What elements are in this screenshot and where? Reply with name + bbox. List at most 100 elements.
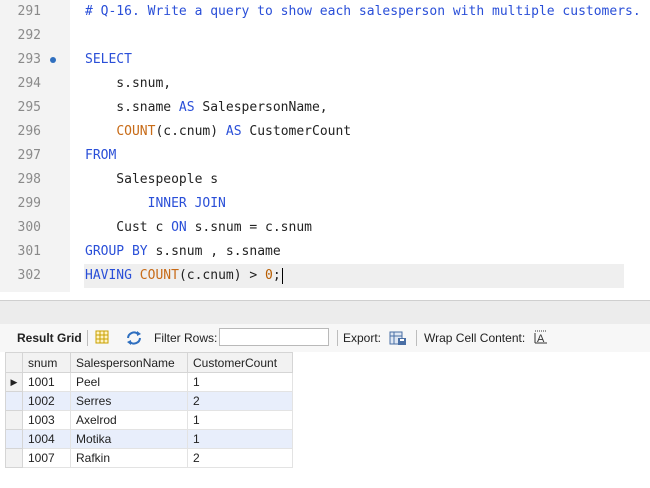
code-token: (c.cnum) <box>155 124 226 139</box>
filter-rows-input[interactable] <box>219 328 329 346</box>
row-indicator[interactable] <box>5 391 23 411</box>
column-header-salespersonname[interactable]: SalespersonName <box>70 352 188 373</box>
code-token: s.snum = c.snum <box>186 220 312 235</box>
result-grid[interactable]: snum SalespersonName CustomerCount ▶ 1001… <box>0 352 650 488</box>
code-token: ON <box>171 220 187 235</box>
code-line[interactable]: 293 SELECT <box>0 48 650 72</box>
code-line[interactable]: 291 # Q-16. Write a query to show each sa… <box>0 0 650 24</box>
toolbar-separator <box>416 330 417 346</box>
table-row[interactable]: 1007 Rafkin 2 <box>5 448 293 468</box>
code-token: COUNT <box>116 124 156 139</box>
line-number: 295 <box>17 100 41 115</box>
result-table: snum SalespersonName CustomerCount ▶ 1001… <box>5 352 293 468</box>
table-cell[interactable]: 1003 <box>22 410 71 430</box>
code-token: Cust c <box>85 220 172 235</box>
code-text: FROM <box>85 144 116 168</box>
code-text: SELECT <box>85 48 132 72</box>
editor-results-splitter[interactable] <box>0 300 650 325</box>
line-number: 291 <box>17 4 41 19</box>
code-line[interactable]: 295 s.sname AS SalespersonName, <box>0 96 650 120</box>
code-token: 0 <box>265 268 273 283</box>
refresh-icon[interactable] <box>125 330 143 346</box>
toolbar-separator <box>87 330 88 346</box>
line-number: 293 <box>17 52 41 67</box>
line-number: 294 <box>17 76 41 91</box>
toolbar-separator <box>337 330 338 346</box>
code-token: HAVING <box>85 268 132 283</box>
table-cell[interactable]: 1007 <box>22 448 71 468</box>
table-cell[interactable]: 1002 <box>22 391 71 411</box>
code-line[interactable]: 292 <box>0 24 650 48</box>
table-row[interactable]: 1003 Axelrod 1 <box>5 410 293 430</box>
table-cell[interactable]: Rafkin <box>70 448 188 468</box>
table-cell[interactable]: 1 <box>187 429 293 449</box>
code-token: GROUP BY <box>85 244 148 259</box>
code-line[interactable]: 300 Cust c ON s.snum = c.snum <box>0 216 650 240</box>
table-cell[interactable]: 1001 <box>22 372 71 392</box>
table-cell[interactable]: 2 <box>187 448 293 468</box>
row-indicator[interactable] <box>5 429 23 449</box>
column-header-customercount[interactable]: CustomerCount <box>187 352 293 373</box>
wrap-cell-toggle-icon[interactable]: A <box>534 330 548 346</box>
code-token: INNER JOIN <box>85 196 226 211</box>
table-cell[interactable]: Serres <box>70 391 188 411</box>
code-token: AS <box>178 100 195 115</box>
code-line[interactable]: 301 GROUP BY s.snum , s.sname <box>0 240 650 264</box>
code-token: SalespersonName, <box>194 100 328 115</box>
table-cell[interactable]: 1 <box>187 410 293 430</box>
statement-marker-icon[interactable] <box>50 57 56 63</box>
code-line[interactable]: 302 HAVING COUNT(c.cnum) > 0; <box>0 264 650 288</box>
table-cell[interactable]: Peel <box>70 372 188 392</box>
table-cell[interactable]: Motika <box>70 429 188 449</box>
code-line[interactable]: 298 Salespeople s <box>0 168 650 192</box>
export-icon[interactable] <box>389 330 407 346</box>
code-line[interactable]: 294 s.snum, <box>0 72 650 96</box>
code-token: # Q-16. Write a query to show each sales… <box>85 4 641 19</box>
code-token: s.sname <box>85 100 179 115</box>
row-indicator[interactable] <box>5 448 23 468</box>
table-cell[interactable]: Axelrod <box>70 410 188 430</box>
table-row[interactable]: ▶ 1001 Peel 1 <box>5 372 293 392</box>
column-header-snum[interactable]: snum <box>22 352 71 373</box>
result-grid-tab[interactable]: Result Grid <box>17 330 82 346</box>
svg-text:A: A <box>537 333 545 344</box>
code-token: s.snum , s.sname <box>147 244 281 259</box>
code-token: s.snum, <box>85 76 172 91</box>
code-text: Cust c ON s.snum = c.snum <box>85 216 312 240</box>
line-number: 298 <box>17 172 41 187</box>
table-cell[interactable]: 2 <box>187 391 293 411</box>
code-text: # Q-16. Write a query to show each sales… <box>85 0 641 24</box>
table-cell[interactable]: 1004 <box>22 429 71 449</box>
line-number: 297 <box>17 148 41 163</box>
code-text: GROUP BY s.snum , s.sname <box>85 240 281 264</box>
filter-rows-label: Filter Rows: <box>154 331 218 345</box>
line-number: 300 <box>17 220 41 235</box>
row-indicator-header <box>5 352 23 373</box>
code-token: COUNT <box>139 268 179 283</box>
code-text: s.snum, <box>85 72 171 96</box>
line-number: 301 <box>17 244 41 259</box>
code-line[interactable]: 299 INNER JOIN <box>0 192 650 216</box>
code-text: Salespeople s <box>85 168 218 192</box>
table-row[interactable]: 1002 Serres 2 <box>5 391 293 411</box>
sql-editor[interactable]: 291 # Q-16. Write a query to show each sa… <box>0 0 650 300</box>
wrap-cell-content-label: Wrap Cell Content: <box>424 331 526 345</box>
code-line[interactable]: 296 COUNT(c.cnum) AS CustomerCount <box>0 120 650 144</box>
code-text: HAVING COUNT(c.cnum) > 0; <box>85 264 283 288</box>
table-header-row: snum SalespersonName CustomerCount <box>5 352 293 373</box>
grid-view-icon[interactable] <box>95 330 109 346</box>
result-toolbar: Result Grid Filter Rows: Export: Wrap Ce… <box>0 324 650 353</box>
code-text: s.sname AS SalespersonName, <box>85 96 328 120</box>
line-number: 299 <box>17 196 41 211</box>
table-row[interactable]: 1004 Motika 1 <box>5 429 293 449</box>
export-label: Export: <box>343 331 382 345</box>
code-line[interactable]: 297 FROM <box>0 144 650 168</box>
row-indicator[interactable] <box>5 410 23 430</box>
line-number: 302 <box>17 268 41 283</box>
current-row-arrow-icon[interactable]: ▶ <box>5 372 23 392</box>
table-cell[interactable]: 1 <box>187 372 293 392</box>
code-token: SELECT <box>85 52 132 67</box>
line-number: 292 <box>17 28 41 43</box>
